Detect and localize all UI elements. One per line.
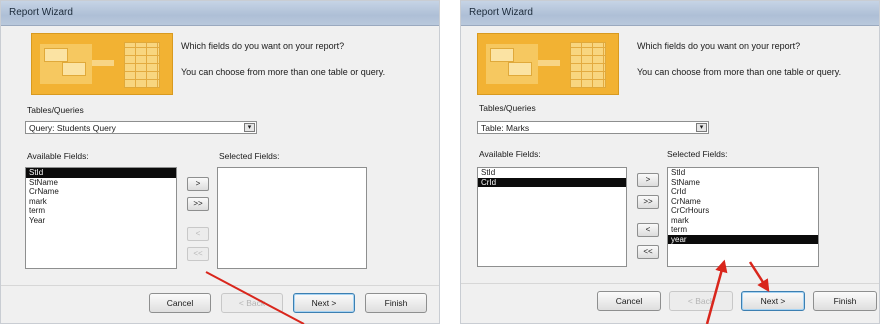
annotation-arrow-to-next [748,261,770,293]
annotation-arrow-to-selected [705,259,728,324]
annotation-arrows [205,259,770,324]
annotation-line-left [205,271,305,324]
